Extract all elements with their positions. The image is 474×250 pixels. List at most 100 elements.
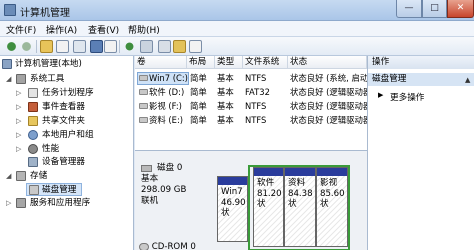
table-cell: 状态良好 (逻辑驱动器) <box>290 115 367 125</box>
check-icon[interactable] <box>123 40 136 53</box>
tree-item-label: 磁盘管理 <box>42 185 77 195</box>
partition-size: 85.60 <box>320 188 345 199</box>
tree-item-label: 事件查看器 <box>42 102 85 112</box>
partition-name: 影视 <box>320 178 338 188</box>
volume-list: 卷 布局 类型 文件系统 状态 Win7 (C:) 简单 基本 NTFS 状态良… <box>135 56 367 151</box>
disk-management-icon <box>29 185 39 195</box>
close-button[interactable]: ✕ <box>447 0 474 18</box>
table-cell[interactable]: 影视 (F:) <box>149 100 189 113</box>
cdrom-0[interactable]: CD-ROM 0 <box>139 242 196 250</box>
view-icon[interactable] <box>189 40 202 53</box>
expand-arrow-icon[interactable]: ▷ <box>6 197 11 210</box>
table-cell: NTFS <box>245 101 267 111</box>
actions-section-disk-management[interactable]: 磁盘管理 <box>368 73 474 86</box>
partition-name: Win7 <box>221 187 243 197</box>
tree-item-label: 性能 <box>42 144 60 154</box>
partition-size: 84.38 <box>288 188 313 199</box>
device-manager-icon <box>28 157 38 167</box>
disk-size: 298.09 GB <box>141 185 187 195</box>
column-header-status[interactable]: 状态 <box>288 56 367 69</box>
tree-item-label: 任务计划程序 <box>42 88 94 98</box>
menu-file[interactable]: 文件(F) <box>6 23 36 36</box>
table-cell: 状态良好 (逻辑驱动器) <box>290 87 367 97</box>
volume-icon <box>139 75 148 81</box>
volume-icon <box>139 89 148 95</box>
column-header-type[interactable]: 类型 <box>215 56 243 69</box>
search-icon[interactable] <box>173 40 186 53</box>
cdrom-label: CD-ROM 0 <box>151 242 196 250</box>
table-cell[interactable]: 软件 (D:) <box>149 86 189 99</box>
back-icon[interactable] <box>5 40 18 53</box>
users-icon <box>28 130 38 140</box>
partition-status: 状 <box>320 199 329 209</box>
expand-arrow-icon[interactable]: ▷ <box>16 129 21 142</box>
table-cell: 简单 <box>190 115 207 125</box>
menu-view[interactable]: 查看(V) <box>88 23 119 36</box>
shared-folder-icon <box>28 116 38 126</box>
table-cell[interactable]: Win7 (C:) <box>149 72 189 85</box>
partition-name: 资料 <box>288 178 306 188</box>
partition-cap <box>317 168 347 176</box>
disk-layout-view: 磁盘 0 基本 298.09 GB 联机 Win7 46.90 状 软件 81.… <box>135 151 367 250</box>
table-cell: 简单 <box>190 73 207 83</box>
expand-arrow-icon[interactable]: ▷ <box>16 115 21 128</box>
expand-arrow-icon[interactable]: ▷ <box>16 87 21 100</box>
collapse-up-icon[interactable]: ▲ <box>465 76 470 84</box>
menu-bar: 文件(F) 操作(A) 查看(V) 帮助(H) <box>0 21 474 37</box>
table-cell: 基本 <box>217 101 234 111</box>
table-cell: 状态良好 (系统, 启动... <box>290 73 367 83</box>
partition-media[interactable]: 影视 85.60 状 <box>316 167 348 247</box>
column-header-layout[interactable]: 布局 <box>187 56 215 69</box>
toolbar <box>0 37 474 56</box>
partition-cap <box>254 168 283 176</box>
partition-cap <box>218 177 247 185</box>
properties-icon[interactable] <box>90 40 103 53</box>
folder-up-icon[interactable] <box>40 40 53 53</box>
tree-item-label: 设备管理器 <box>42 157 85 167</box>
services-icon <box>16 198 26 208</box>
table-cell: NTFS <box>245 115 267 125</box>
column-header-filesystem[interactable]: 文件系统 <box>243 56 288 69</box>
collapse-arrow-icon[interactable]: ◢ <box>6 73 11 86</box>
table-cell: 基本 <box>217 87 234 97</box>
partition-software[interactable]: 软件 81.20 状 <box>253 167 284 247</box>
actions-pane: 操作 磁盘管理 ▲ ▶ 更多操作 <box>367 56 474 250</box>
partition-name: 软件 <box>257 178 275 188</box>
expand-arrow-icon[interactable]: ▷ <box>16 101 21 114</box>
help-icon[interactable] <box>73 40 86 53</box>
minimize-button[interactable]: — <box>396 0 422 18</box>
table-cell: 基本 <box>217 73 234 83</box>
delete-icon[interactable] <box>158 40 171 53</box>
disk-0-info[interactable]: 磁盘 0 基本 298.09 GB 联机 <box>141 163 217 207</box>
tree-item-label: 共享文件夹 <box>42 116 85 126</box>
event-log-icon <box>28 102 38 112</box>
performance-icon <box>28 144 38 154</box>
tree-item-label: 服务和应用程序 <box>30 198 91 208</box>
show-tree-icon[interactable] <box>56 40 69 53</box>
table-cell[interactable]: 资料 (E:) <box>149 114 189 127</box>
tree-item-label: 计算机管理(本地) <box>15 59 82 69</box>
partition-win7[interactable]: Win7 46.90 状 <box>217 176 248 242</box>
partition-cap <box>285 168 315 176</box>
menu-action[interactable]: 操作(A) <box>46 23 77 36</box>
partition-size: 81.20 <box>257 188 282 199</box>
maximize-button[interactable]: □ <box>422 0 447 18</box>
table-cell: FAT32 <box>245 87 270 97</box>
more-actions-link[interactable]: 更多操作 <box>390 91 424 103</box>
collapse-arrow-icon[interactable]: ◢ <box>6 170 11 183</box>
navigation-tree: 计算机管理(本地) ◢ 系统工具 ▷ 任务计划程序 ▷ 事件查看器 ▷ 共享文件… <box>0 56 134 250</box>
partition-documents[interactable]: 资料 84.38 状 <box>284 167 316 247</box>
title-bar: 计算机管理 — □ ✕ <box>0 0 474 21</box>
computer-management-icon <box>4 4 16 16</box>
table-cell: 简单 <box>190 87 207 97</box>
export-icon[interactable] <box>140 40 153 53</box>
refresh-icon[interactable] <box>104 40 117 53</box>
volume-icon <box>139 117 148 123</box>
column-header-volume[interactable]: 卷 <box>135 56 187 69</box>
tree-item-disk-management[interactable]: 磁盘管理 <box>26 183 82 196</box>
menu-help[interactable]: 帮助(H) <box>128 23 160 36</box>
computer-icon <box>2 59 12 69</box>
expand-arrow-icon[interactable]: ▷ <box>16 143 21 156</box>
forward-icon[interactable] <box>20 40 33 53</box>
volume-icon <box>139 103 148 109</box>
